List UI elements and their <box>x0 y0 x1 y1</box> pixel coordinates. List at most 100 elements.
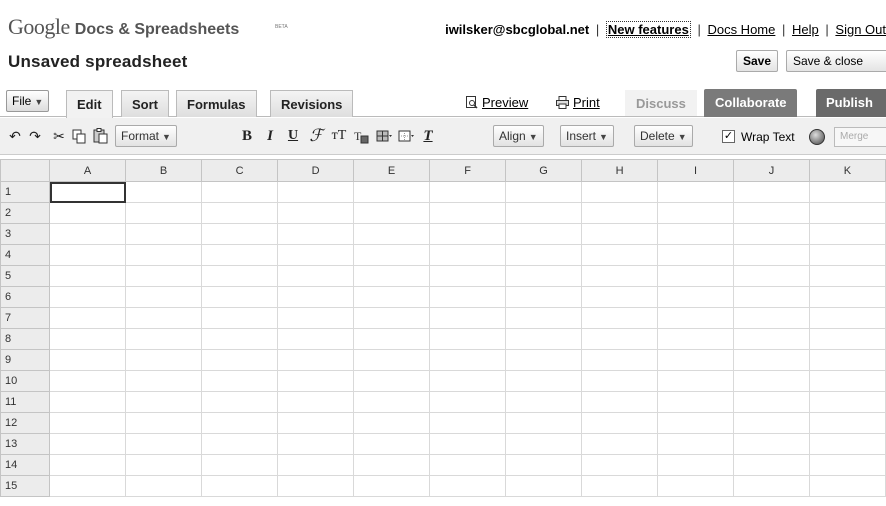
italic-button[interactable]: I <box>261 127 279 145</box>
cell-g11[interactable] <box>505 391 583 413</box>
cell-j5[interactable] <box>732 265 810 287</box>
row-header-12[interactable]: 12 <box>0 412 51 434</box>
tab-collaborate[interactable]: Collaborate <box>704 89 797 117</box>
tab-revisions[interactable]: Revisions <box>270 90 354 117</box>
borders-icon[interactable] <box>397 127 415 145</box>
cell-i14[interactable] <box>657 454 734 476</box>
merge-button[interactable]: Merge <box>834 127 886 147</box>
cell-j10[interactable] <box>732 370 810 392</box>
new-features-link[interactable]: New features <box>605 21 691 38</box>
cell-h12[interactable] <box>581 412 659 434</box>
cell-j1[interactable] <box>732 181 810 203</box>
save-button[interactable]: Save <box>736 50 779 72</box>
cell-i9[interactable] <box>657 349 734 371</box>
cell-d14[interactable] <box>277 454 355 476</box>
cell-c10[interactable] <box>201 370 279 392</box>
cell-j3[interactable] <box>732 223 810 245</box>
cell-k14[interactable] <box>808 454 886 476</box>
bold-button[interactable]: B <box>238 127 256 145</box>
cell-h5[interactable] <box>581 265 659 287</box>
cell-e8[interactable] <box>353 328 431 350</box>
cell-b4[interactable] <box>125 244 203 266</box>
row-header-10[interactable]: 10 <box>0 370 51 392</box>
row-header-15[interactable]: 15 <box>0 475 51 497</box>
row-header-5[interactable]: 5 <box>0 265 51 287</box>
cell-i12[interactable] <box>657 412 734 434</box>
format-dropdown[interactable]: Format ▼ <box>115 125 177 147</box>
cell-e2[interactable] <box>353 202 431 224</box>
cell-b12[interactable] <box>125 412 203 434</box>
column-header-b[interactable]: B <box>125 159 203 182</box>
cell-a3[interactable] <box>49 223 127 245</box>
cell-j6[interactable] <box>732 286 810 308</box>
save-and-close-button[interactable]: Save & close <box>786 50 886 72</box>
cell-f7[interactable] <box>429 307 507 329</box>
cell-c5[interactable] <box>201 265 279 287</box>
cell-f1[interactable] <box>429 181 507 203</box>
cell-a6[interactable] <box>49 286 127 308</box>
cell-k8[interactable] <box>808 328 886 350</box>
delete-dropdown[interactable]: Delete ▼ <box>634 125 693 147</box>
cell-k10[interactable] <box>808 370 886 392</box>
sphere-icon[interactable] <box>809 129 825 145</box>
cell-g15[interactable] <box>505 475 583 497</box>
cell-g2[interactable] <box>505 202 583 224</box>
cell-k3[interactable] <box>808 223 886 245</box>
cell-f3[interactable] <box>429 223 507 245</box>
cell-a11[interactable] <box>49 391 127 413</box>
cell-i15[interactable] <box>657 475 734 497</box>
cell-h4[interactable] <box>581 244 659 266</box>
row-header-13[interactable]: 13 <box>0 433 51 455</box>
font-size-icon[interactable]: тТ <box>330 127 348 145</box>
document-title[interactable]: Unsaved spreadsheet <box>8 52 188 72</box>
cell-h3[interactable] <box>581 223 659 245</box>
insert-dropdown[interactable]: Insert ▼ <box>560 125 614 147</box>
cell-k15[interactable] <box>808 475 886 497</box>
cell-h11[interactable] <box>581 391 659 413</box>
cell-i1[interactable] <box>657 181 734 203</box>
cell-d3[interactable] <box>277 223 355 245</box>
row-header-3[interactable]: 3 <box>0 223 51 245</box>
help-link[interactable]: Help <box>792 22 819 37</box>
cell-g5[interactable] <box>505 265 583 287</box>
file-menu-button[interactable]: File ▼ <box>6 90 50 112</box>
column-header-j[interactable]: J <box>732 159 810 182</box>
cell-d10[interactable] <box>277 370 355 392</box>
redo-icon[interactable]: ↷ <box>26 127 44 145</box>
cell-d2[interactable] <box>277 202 355 224</box>
cell-f6[interactable] <box>429 286 507 308</box>
cut-icon[interactable]: ✂ <box>50 127 68 145</box>
cell-g8[interactable] <box>505 328 583 350</box>
cell-k11[interactable] <box>808 391 886 413</box>
cell-j15[interactable] <box>732 475 810 497</box>
cell-b7[interactable] <box>125 307 203 329</box>
cell-k9[interactable] <box>808 349 886 371</box>
row-header-2[interactable]: 2 <box>0 202 51 224</box>
cell-k4[interactable] <box>808 244 886 266</box>
cell-j4[interactable] <box>732 244 810 266</box>
column-header-d[interactable]: D <box>277 159 355 182</box>
cell-c15[interactable] <box>201 475 279 497</box>
cell-c8[interactable] <box>201 328 279 350</box>
cell-c4[interactable] <box>201 244 279 266</box>
cell-i6[interactable] <box>657 286 734 308</box>
cell-e14[interactable] <box>353 454 431 476</box>
cell-h8[interactable] <box>581 328 659 350</box>
cell-e4[interactable] <box>353 244 431 266</box>
cell-j2[interactable] <box>732 202 810 224</box>
tab-formulas[interactable]: Formulas <box>176 90 257 117</box>
cell-e10[interactable] <box>353 370 431 392</box>
cell-f15[interactable] <box>429 475 507 497</box>
cell-j12[interactable] <box>732 412 810 434</box>
row-header-9[interactable]: 9 <box>0 349 51 371</box>
cell-g7[interactable] <box>505 307 583 329</box>
column-header-g[interactable]: G <box>505 159 583 182</box>
row-header-14[interactable]: 14 <box>0 454 51 476</box>
cell-b1[interactable] <box>125 181 203 203</box>
docs-home-link[interactable]: Docs Home <box>707 22 775 37</box>
cell-b3[interactable] <box>125 223 203 245</box>
cell-e3[interactable] <box>353 223 431 245</box>
cell-c2[interactable] <box>201 202 279 224</box>
row-header-11[interactable]: 11 <box>0 391 51 413</box>
cell-a7[interactable] <box>49 307 127 329</box>
